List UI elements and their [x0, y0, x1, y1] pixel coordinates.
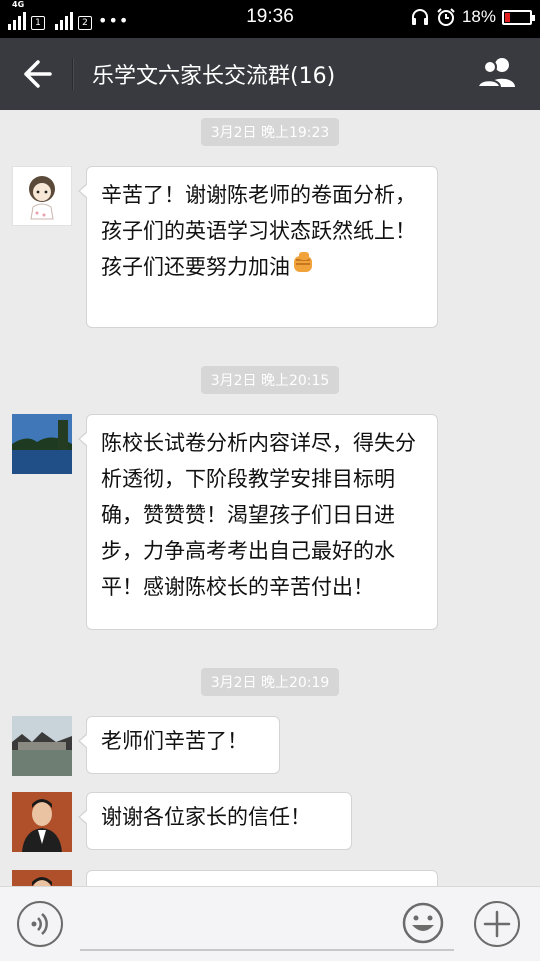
voice-button[interactable] [17, 901, 63, 947]
timestamp: 3月2日 晚上19:23 [0, 118, 540, 146]
chat-header: 乐学文六家长交流群(16) [0, 38, 540, 110]
fist-emoji-icon [290, 250, 316, 287]
status-bar: 4G 1 2 ••• 19:36 18% [0, 0, 540, 38]
message-bubble[interactable] [86, 870, 438, 886]
group-members-icon [476, 58, 515, 88]
message-bubble[interactable]: 辛苦了！谢谢陈老师的卷面分析，孩子们的英语学习状态跃然纸上！孩子们还要努力加油 [78, 166, 438, 328]
avatar[interactable] [12, 870, 72, 886]
group-members-button[interactable] [474, 54, 522, 94]
message-text: 谢谢各位家长的信任！ [101, 805, 311, 829]
message-bubble[interactable]: 陈校长试卷分析内容详尽，得失分析透彻，下阶段教学安排目标明确，赞赞赞！渴望孩子们… [78, 414, 438, 630]
plus-icon [483, 910, 511, 938]
headset-icon [411, 9, 428, 25]
back-button[interactable] [12, 52, 60, 96]
message-bubble[interactable]: 老师们辛苦了！ [78, 716, 280, 774]
river-town-avatar [12, 716, 72, 776]
avatar[interactable] [12, 414, 72, 474]
avatar[interactable] [12, 716, 72, 776]
voice-icon [31, 913, 48, 935]
timestamp: 3月2日 晚上20:19 [0, 668, 540, 696]
lake-photo-avatar [12, 414, 72, 474]
man-portrait-avatar [12, 792, 72, 852]
emoji-button[interactable] [401, 901, 445, 945]
input-bar [0, 886, 540, 961]
message-text: 辛苦了！谢谢陈老师的卷面分析，孩子们的英语学习状态跃然纸上！孩子们还要努力加油 [101, 183, 416, 279]
message-input[interactable] [80, 903, 454, 951]
avatar[interactable] [12, 792, 72, 852]
avatar[interactable] [12, 166, 72, 226]
battery-level-fill [505, 12, 510, 22]
more-options-button[interactable] [474, 901, 520, 947]
header-divider [72, 58, 74, 90]
alarm-icon [437, 8, 455, 26]
battery-percent: 18% [461, 7, 496, 26]
timestamp: 3月2日 晚上20:15 [0, 366, 540, 394]
message-text: 陈校长试卷分析内容详尽，得失分析透彻，下阶段教学安排目标明确，赞赞赞！渴望孩子们… [101, 431, 416, 599]
back-arrow-icon [24, 60, 52, 88]
page-title: 乐学文六家长交流群(16) [92, 64, 336, 89]
emoji-icon [402, 902, 444, 944]
message-list[interactable]: 3月2日 晚上19:23 辛苦了！谢谢陈老师的卷面分析，孩子们的英语学习状态跃然… [0, 110, 540, 886]
message-text: 老师们辛苦了！ [101, 729, 248, 753]
cartoon-girl-avatar [29, 176, 55, 220]
message-bubble[interactable]: 谢谢各位家长的信任！ [78, 792, 352, 850]
battery-icon [502, 9, 535, 25]
man-portrait-avatar [12, 870, 72, 886]
